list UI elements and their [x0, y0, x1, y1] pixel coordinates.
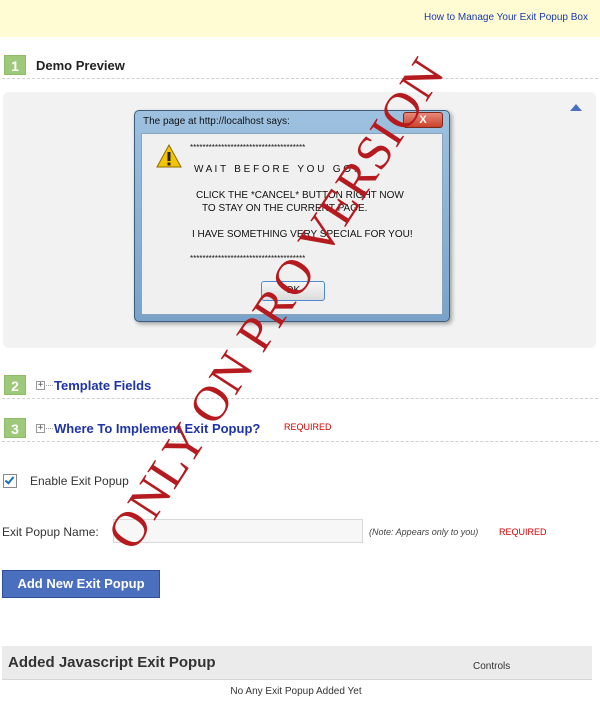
tree-connector [46, 385, 53, 386]
dialog-line-stars: ************************************* [190, 254, 306, 263]
help-link[interactable]: How to Manage Your Exit Popup Box [424, 12, 588, 23]
dialog-body: ************************************* W … [141, 133, 443, 315]
step-number: 1 [4, 55, 26, 75]
check-icon [4, 474, 15, 485]
ok-button[interactable]: OK [261, 281, 325, 301]
tree-connector [46, 428, 53, 429]
name-note: (Note: Appears only to you) [369, 527, 479, 537]
step-title: Demo Preview [36, 58, 125, 73]
close-icon[interactable]: X [403, 112, 443, 128]
collapse-icon[interactable] [570, 104, 582, 111]
step-demo-preview: 1 Demo Preview [2, 53, 598, 79]
where-to-implement-link[interactable]: Where To Implement Exit Popup? [54, 421, 260, 436]
dialog-line-heading: W A I T B E F O R E Y O U G O ! [194, 164, 357, 175]
alert-dialog: The page at http://localhost says: X ***… [134, 110, 450, 322]
step-number: 3 [4, 418, 26, 438]
added-popups-title: Added Javascript Exit Popup [8, 654, 216, 671]
add-new-exit-popup-button[interactable]: Add New Exit Popup [2, 570, 160, 598]
enable-exit-popup-checkbox[interactable] [3, 474, 17, 488]
warning-icon [156, 144, 182, 168]
dialog-title: The page at http://localhost says: [143, 116, 290, 127]
enable-exit-popup-label: Enable Exit Popup [30, 474, 129, 488]
added-popups-header: Added Javascript Exit Popup Controls [2, 646, 592, 680]
dialog-line: TO STAY ON THE CURRENT PAGE. [202, 203, 368, 214]
empty-list-message: No Any Exit Popup Added Yet [230, 686, 362, 697]
dialog-line: I HAVE SOMETHING VERY SPECIAL FOR YOU! [192, 229, 413, 240]
dialog-line-stars: ************************************* [190, 143, 306, 152]
required-badge: REQUIRED [284, 422, 332, 432]
step-template-fields: 2 + Template Fields [2, 373, 598, 399]
exit-popup-name-label: Exit Popup Name: [2, 525, 99, 539]
step-where-to-implement: 3 + Where To Implement Exit Popup? REQUI… [2, 416, 598, 442]
top-bar: How to Manage Your Exit Popup Box [0, 0, 600, 37]
template-fields-link[interactable]: Template Fields [54, 378, 151, 393]
required-badge: REQUIRED [499, 527, 547, 537]
step-number: 2 [4, 375, 26, 395]
plus-box-icon[interactable]: + [36, 424, 45, 433]
demo-preview-panel: The page at http://localhost says: X ***… [3, 92, 596, 348]
plus-box-icon[interactable]: + [36, 381, 45, 390]
dialog-line: CLICK THE *CANCEL* BUTTON RIGHT NOW [196, 190, 404, 201]
exit-popup-name-input[interactable] [113, 519, 363, 543]
controls-column-header: Controls [473, 661, 511, 672]
